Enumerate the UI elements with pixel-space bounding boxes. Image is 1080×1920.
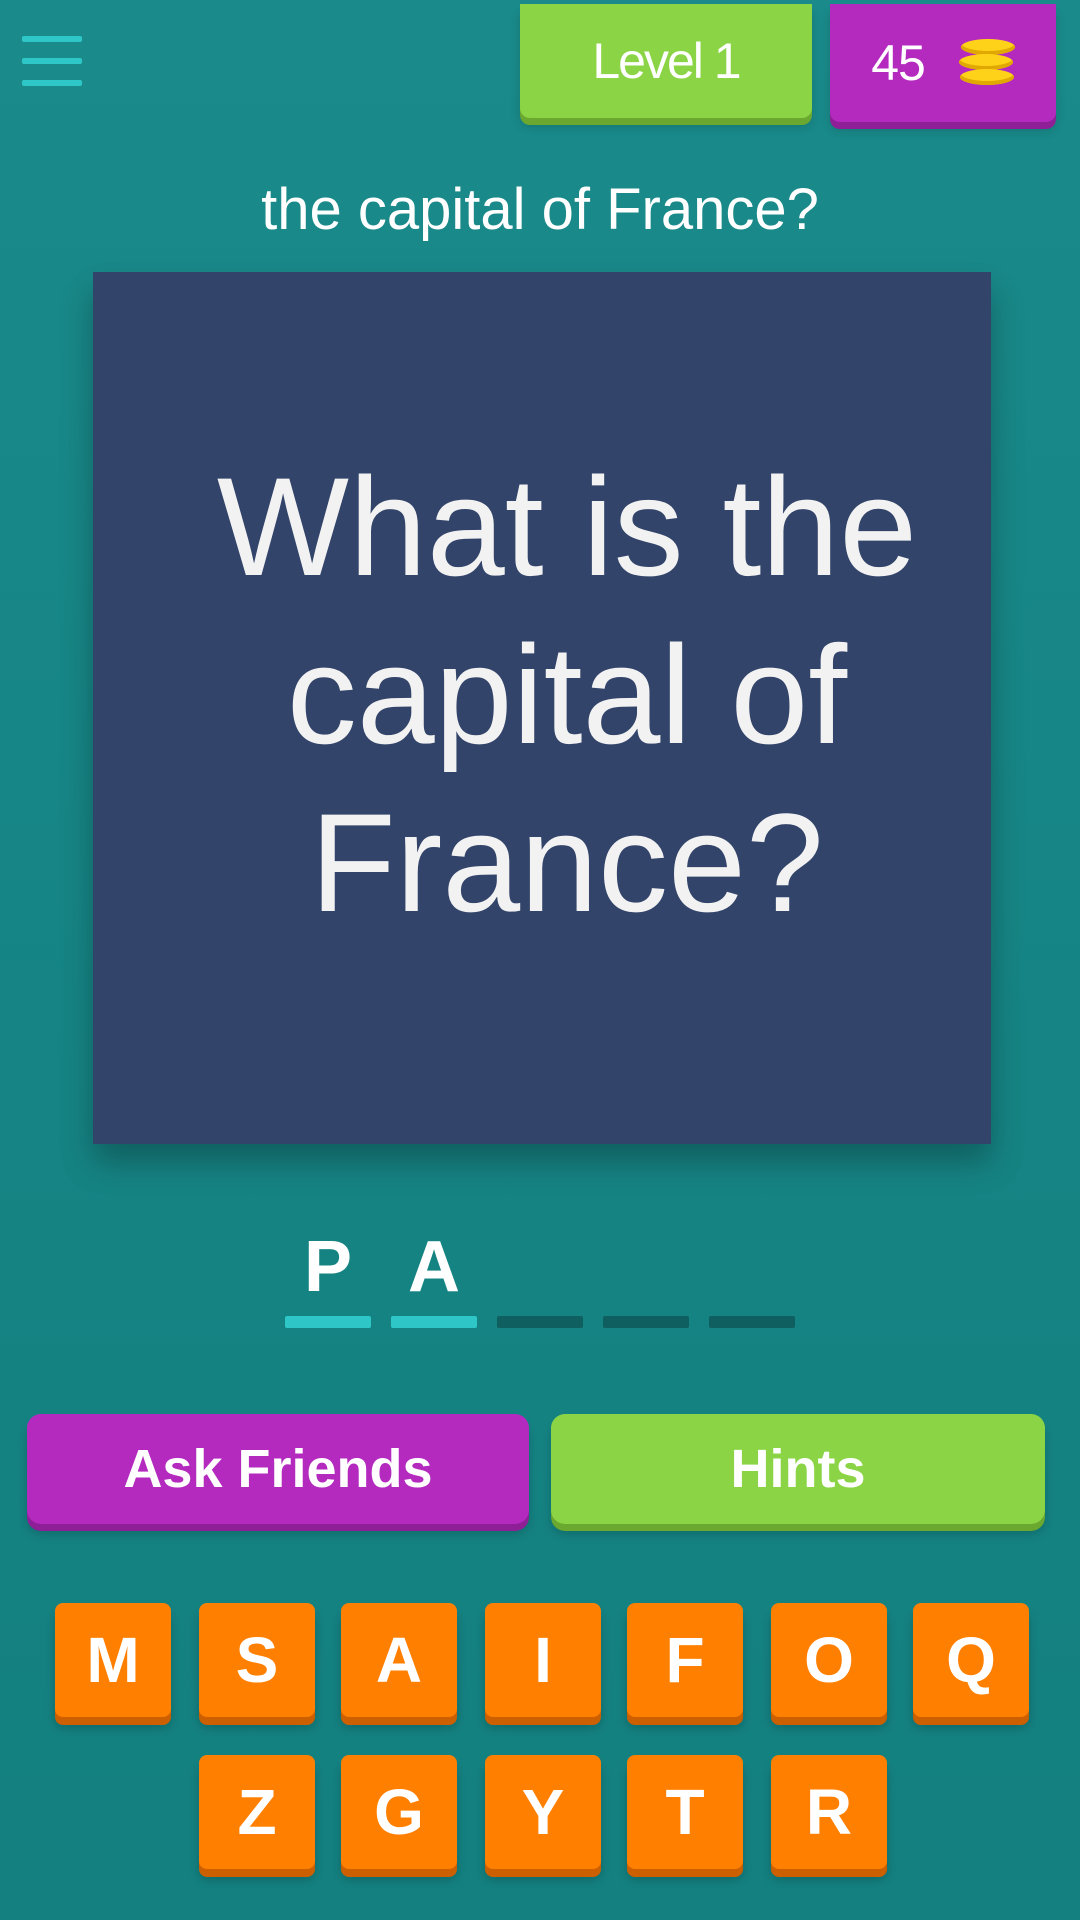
answer-slot-letter: A <box>408 1227 460 1307</box>
menu-button[interactable] <box>22 34 84 88</box>
level-label: Level 1 <box>592 33 741 89</box>
hints-button[interactable]: Hints <box>551 1414 1045 1524</box>
question-text: the capital of France? <box>261 177 819 242</box>
letter-key[interactable]: S <box>199 1603 315 1717</box>
coin-stack-icon <box>958 39 1015 87</box>
hamburger-menu-icon-bar <box>22 58 82 64</box>
coins-badge[interactable]: 45 <box>830 4 1056 122</box>
letter-key[interactable]: M <box>55 1603 171 1717</box>
hamburger-menu-icon <box>22 36 82 42</box>
letter-key[interactable]: A <box>341 1603 457 1717</box>
answer-slot[interactable] <box>603 1222 689 1328</box>
answer-slot-underline <box>497 1316 583 1328</box>
letter-key[interactable]: O <box>771 1603 887 1717</box>
coin-count: 45 <box>871 35 926 91</box>
letter-key[interactable]: R <box>771 1755 887 1869</box>
level-badge: Level 1 <box>520 4 812 118</box>
answer-slots: P A <box>285 1222 795 1328</box>
letter-key[interactable]: F <box>627 1603 743 1717</box>
answer-slot-underline <box>709 1316 795 1328</box>
answer-slot-underline <box>603 1316 689 1328</box>
letter-key[interactable]: G <box>341 1755 457 1869</box>
picture-text: What is the capital of France? <box>216 448 918 941</box>
answer-slot-letter: P <box>303 1227 353 1307</box>
answer-slot-underline <box>285 1316 371 1328</box>
hamburger-menu-icon-bar <box>22 80 82 86</box>
answer-slot[interactable]: A <box>391 1222 477 1328</box>
letter-key[interactable]: Q <box>913 1603 1029 1717</box>
answer-slot-underline <box>391 1316 477 1328</box>
letter-key[interactable]: I <box>485 1603 601 1717</box>
answer-slot[interactable] <box>709 1222 795 1328</box>
letter-key[interactable]: T <box>627 1755 743 1869</box>
ask-friends-button[interactable]: Ask Friends <box>27 1414 529 1524</box>
answer-slot[interactable] <box>497 1222 583 1328</box>
letter-key[interactable]: Y <box>485 1755 601 1869</box>
letter-key[interactable]: Z <box>199 1755 315 1869</box>
question-picture: What is the capital of France? <box>93 272 991 1144</box>
answer-slot[interactable]: P <box>285 1222 371 1328</box>
